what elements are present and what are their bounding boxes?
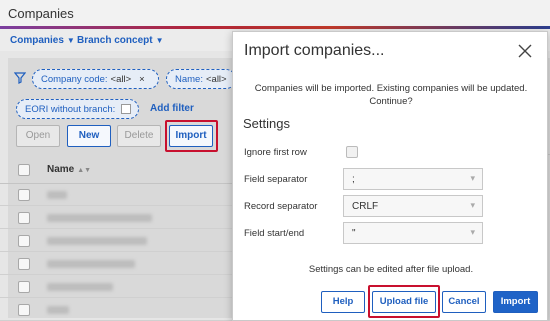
filter-chip-value: <all> (110, 74, 132, 85)
filter-chip-label: Name: (175, 74, 203, 85)
dialog-title: Import companies... (244, 42, 385, 59)
ignore-first-row-label: Ignore first row (244, 147, 307, 158)
field-start-end-label: Field start/end (244, 228, 305, 239)
import-button-highlight (165, 120, 218, 152)
field-start-end-select[interactable]: " ▾ (343, 222, 483, 244)
chevron-down-icon: ▾ (470, 227, 475, 237)
field-separator-select[interactable]: ; ▾ (343, 168, 483, 190)
name-column-header[interactable]: Name ▲▼ (47, 164, 91, 175)
record-separator-select[interactable]: CRLF ▾ (343, 195, 483, 217)
select-value: " (352, 228, 356, 239)
select-value: CRLF (352, 201, 379, 212)
eori-checkbox[interactable] (121, 104, 132, 114)
filter-chip-label: Company code: (41, 74, 108, 85)
record-separator-label: Record separator (244, 201, 318, 212)
row-checkbox[interactable] (18, 281, 30, 293)
row-checkbox[interactable] (18, 212, 30, 224)
table-row[interactable] (0, 253, 235, 275)
nav-branch-concept-label: Branch concept (77, 35, 153, 46)
filter-chip-label: EORI without branch: (25, 104, 116, 115)
field-separator-label: Field separator (244, 174, 308, 185)
table-row[interactable] (0, 299, 235, 321)
row-checkbox[interactable] (18, 304, 30, 316)
filter-chip-company-code[interactable]: Company code: <all> × (32, 69, 159, 89)
dialog-message-line: Continue? (369, 96, 413, 107)
row-checkbox[interactable] (18, 235, 30, 247)
help-button[interactable]: Help (321, 291, 365, 313)
redacted-cell (47, 214, 152, 222)
table-row[interactable] (0, 230, 235, 252)
close-icon[interactable] (517, 43, 533, 59)
import-confirm-button[interactable]: Import (493, 291, 538, 313)
upload-button-highlight (368, 285, 440, 318)
table-row[interactable] (0, 184, 235, 206)
app-title-bar: Companies (0, 0, 550, 26)
settings-note: Settings can be edited after file upload… (308, 264, 474, 275)
chevron-down-icon: ▾ (470, 200, 475, 210)
dialog-message: Companies will be imported. Existing com… (233, 82, 549, 108)
select-value: ; (352, 174, 355, 185)
chevron-down-icon: ▼ (155, 36, 164, 45)
row-checkbox[interactable] (18, 189, 30, 201)
table-row[interactable] (0, 207, 235, 229)
ignore-first-row-checkbox[interactable] (346, 146, 358, 158)
sort-icon: ▲▼ (77, 167, 92, 174)
filter-chip-value: <all> (205, 74, 227, 85)
redacted-cell (47, 237, 147, 245)
delete-button[interactable]: Delete (117, 125, 161, 147)
dialog-message-line: Companies will be imported. Existing com… (254, 83, 528, 94)
redacted-cell (47, 260, 135, 268)
chevron-down-icon: ▼ (66, 36, 75, 45)
table-row[interactable] (0, 276, 235, 298)
cancel-button[interactable]: Cancel (442, 291, 486, 313)
filter-icon[interactable] (13, 72, 27, 84)
nav-companies-label: Companies (10, 35, 64, 46)
redacted-cell (47, 191, 67, 199)
chevron-down-icon: ▾ (470, 173, 475, 183)
nav-branch-concept[interactable]: Branch concept ▼ (77, 35, 164, 46)
select-all-checkbox[interactable] (18, 164, 30, 176)
filter-chip-name[interactable]: Name: <all> (166, 69, 236, 89)
import-dialog: Import companies... Companies will be im… (232, 31, 548, 321)
redacted-cell (47, 283, 113, 291)
row-checkbox[interactable] (18, 258, 30, 270)
new-button[interactable]: New (67, 125, 111, 147)
settings-heading: Settings (243, 116, 290, 131)
app-title: Companies (8, 6, 74, 21)
filter-chip-eori[interactable]: EORI without branch: (16, 99, 139, 119)
name-column-label: Name (47, 164, 75, 175)
table-header: Name ▲▼ (0, 156, 235, 184)
redacted-cell (47, 306, 69, 314)
add-filter-link[interactable]: Add filter (150, 103, 194, 114)
remove-filter-icon[interactable]: × (139, 74, 145, 85)
nav-companies[interactable]: Companies ▼ (10, 35, 75, 46)
open-button[interactable]: Open (16, 125, 60, 147)
